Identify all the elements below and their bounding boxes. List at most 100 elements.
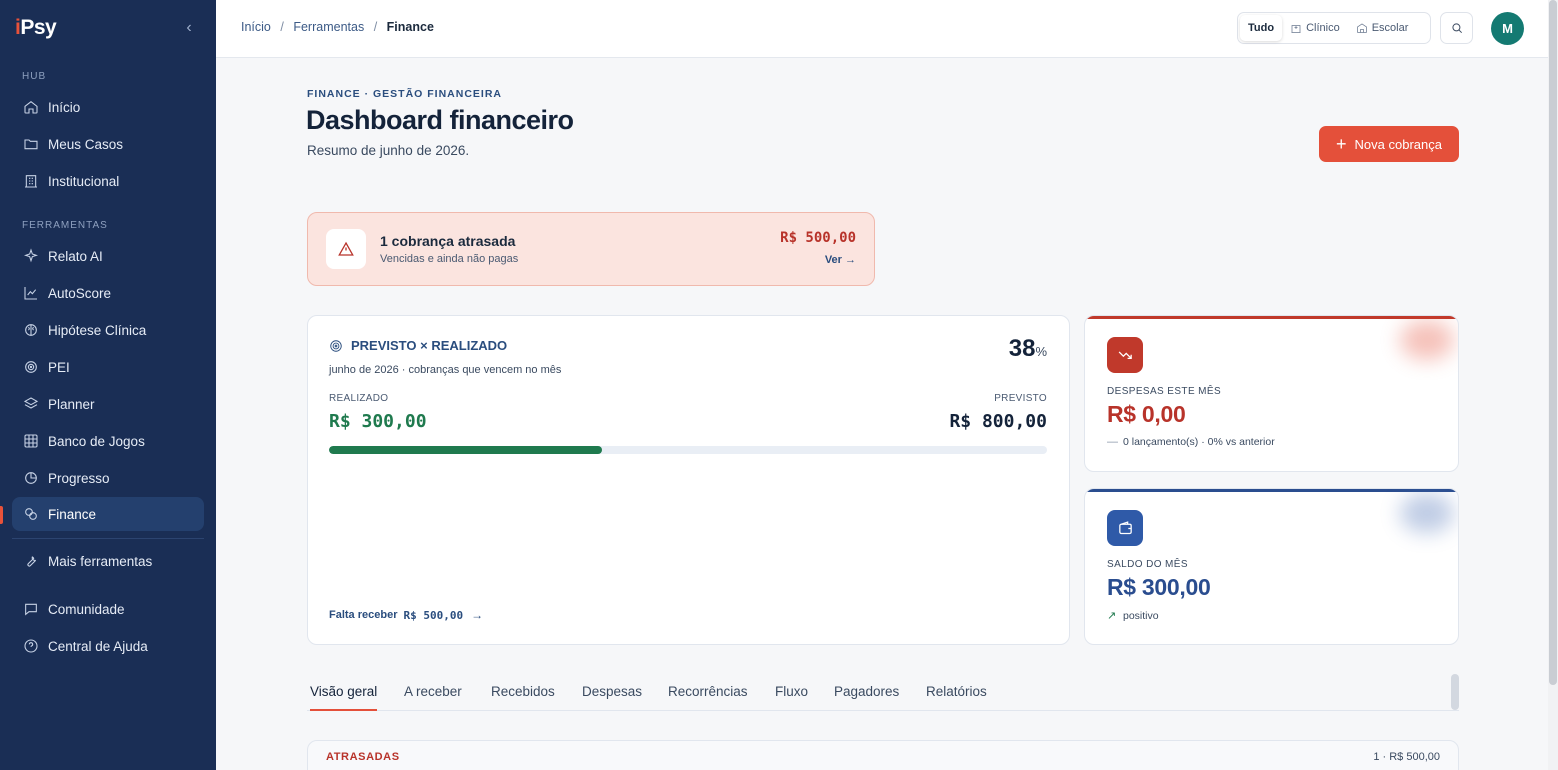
breadcrumb-separator: / [280, 20, 284, 34]
target-icon [22, 359, 39, 376]
remaining-label: Falta receber [329, 609, 398, 621]
sidebar-item-label: Planner [48, 396, 95, 412]
avatar[interactable]: M [1491, 12, 1524, 45]
card-accent-line [1085, 316, 1458, 319]
sidebar-item-label: Meus Casos [48, 136, 124, 152]
sidebar-item-label: Institucional [48, 173, 120, 189]
forecast-percent-value: 38 [1008, 335, 1036, 362]
wallet-icon [1118, 520, 1132, 534]
breadcrumb-ferramentas[interactable]: Ferramentas [293, 20, 364, 34]
sidebar-item-meus-casos[interactable]: Meus Casos [12, 127, 204, 161]
sidebar-item-finance[interactable]: Finance [12, 497, 204, 531]
brand-logo[interactable]: iPsy [15, 16, 57, 40]
expected-value: R$ 800,00 [949, 411, 1047, 432]
balance-note: ↗ positivo [1107, 609, 1159, 623]
coins-icon [22, 506, 39, 523]
tab-pagadores[interactable]: Pagadores [834, 684, 899, 711]
plus-icon: + [1336, 134, 1347, 154]
alert-amount: R$ 500,00 [780, 230, 856, 246]
remaining-link[interactable]: Falta receber R$ 500,00 → [329, 608, 483, 622]
arrow-right-icon: → [471, 608, 484, 622]
filter-tudo[interactable]: Tudo [1240, 15, 1283, 41]
brain-icon [22, 322, 39, 339]
new-charge-button[interactable]: + Nova cobrança [1319, 126, 1459, 162]
tabs-scrollbar[interactable] [1451, 674, 1459, 710]
card-glow [1400, 493, 1454, 533]
sidebar-divider [12, 538, 204, 539]
tab-recorrencias[interactable]: Recorrências [668, 684, 748, 711]
breadcrumb: Início / Ferramentas / Finance [241, 20, 440, 34]
overdue-section-title: ATRASADAS [326, 751, 400, 763]
sidebar-item-banco-de-jogos[interactable]: Banco de Jogos [12, 424, 204, 458]
expenses-icon-box [1107, 337, 1143, 373]
page-eyebrow: FINANCE · GESTÃO FINANCEIRA [307, 88, 502, 100]
sidebar-item-relato-ai[interactable]: Relato AI [12, 239, 204, 273]
filter-label: Clínico [1306, 22, 1340, 34]
remaining-value: R$ 500,00 [403, 608, 464, 622]
filter-label: Escolar [1371, 22, 1409, 34]
forecast-progress-fill [329, 446, 602, 454]
overdue-section-summary: 1 · R$ 500,00 [1373, 751, 1440, 763]
section-label-ferramentas: FERRAMENTAS [22, 220, 108, 231]
sidebar-item-mais-ferramentas[interactable]: Mais ferramentas [12, 544, 204, 578]
forecast-percent-sign: % [1035, 344, 1047, 359]
sidebar-item-progresso[interactable]: Progresso [12, 461, 204, 495]
tab-recebidos[interactable]: Recebidos [491, 684, 555, 711]
sidebar-item-label: Início [48, 99, 81, 115]
folder-icon [22, 136, 39, 153]
realized-label: REALIZADO [329, 393, 389, 404]
sidebar-item-label: Comunidade [48, 601, 125, 617]
expenses-card: DESPESAS ESTE MÊS R$ 0,00 — 0 lançamento(… [1084, 315, 1459, 472]
search-button[interactable] [1440, 12, 1473, 44]
help-icon [22, 638, 39, 655]
balance-note-text: positivo [1123, 609, 1159, 622]
warning-icon [338, 241, 354, 256]
balance-icon-box [1107, 510, 1143, 546]
sidebar-item-label: Relato AI [48, 248, 103, 264]
breadcrumb-separator: / [373, 20, 378, 34]
tab-visao-geral[interactable]: Visão geral [310, 684, 378, 711]
filter-clinico[interactable]: Clínico [1282, 15, 1348, 41]
target-icon [330, 339, 342, 352]
alert-view-link[interactable]: Ver → [825, 254, 856, 266]
sidebar-item-label: AutoScore [48, 285, 112, 301]
sidebar-item-autoscore[interactable]: AutoScore [12, 276, 204, 310]
breadcrumb-inicio[interactable]: Início [241, 20, 271, 34]
filter-escolar[interactable]: Escolar [1348, 15, 1417, 41]
tab-despesas[interactable]: Despesas [582, 684, 642, 711]
expected-label: PREVISTO [994, 393, 1047, 404]
tab-fluxo[interactable]: Fluxo [775, 684, 808, 711]
warning-icon-box [326, 229, 366, 269]
sidebar-item-pei[interactable]: PEI [12, 350, 204, 384]
forecast-header: PREVISTO × REALIZADO [329, 338, 507, 353]
sidebar-item-hipotese-clinica[interactable]: Hipótese Clínica [12, 313, 204, 347]
context-filter: Tudo Clínico Escolar [1237, 12, 1431, 44]
filter-label: Tudo [1248, 22, 1275, 34]
expenses-note-text: 0 lançamento(s) · 0% vs anterior [1123, 436, 1275, 448]
overdue-section: ATRASADAS 1 · R$ 500,00 [307, 740, 1459, 770]
balance-card: SALDO DO MÊS R$ 300,00 ↗ positivo [1084, 488, 1459, 645]
page-subtitle: Resumo de junho de 2026. [307, 143, 470, 158]
sidebar-item-label: Finance [48, 506, 97, 522]
expenses-label: DESPESAS ESTE MÊS [1107, 386, 1222, 397]
breadcrumb-current: Finance [386, 20, 434, 34]
collapse-sidebar-icon[interactable]: ‹ [182, 18, 196, 38]
balance-label: SALDO DO MÊS [1107, 559, 1188, 570]
sidebar-item-inicio[interactable]: Início [12, 90, 204, 124]
page-scrollbar[interactable] [1548, 0, 1558, 770]
sidebar-item-comunidade[interactable]: Comunidade [12, 592, 204, 626]
tab-relatorios[interactable]: Relatórios [926, 684, 987, 711]
new-charge-label: Nova cobrança [1354, 136, 1442, 152]
tab-a-receber[interactable]: A receber [404, 684, 462, 711]
expenses-note: — 0 lançamento(s) · 0% vs anterior [1107, 436, 1275, 448]
sidebar-item-planner[interactable]: Planner [12, 387, 204, 421]
dash-icon: — [1107, 436, 1118, 448]
page-title: Dashboard financeiro [306, 105, 574, 135]
forecast-subtitle: junho de 2026 · cobranças que vencem no … [329, 364, 562, 376]
sidebar-item-institucional[interactable]: Institucional [12, 164, 204, 198]
page-scrollbar-thumb[interactable] [1549, 0, 1557, 685]
sidebar-item-central-de-ajuda[interactable]: Central de Ajuda [12, 629, 204, 663]
wrench-icon [22, 553, 39, 570]
active-indicator [0, 506, 3, 524]
hospital-icon [1291, 25, 1301, 33]
